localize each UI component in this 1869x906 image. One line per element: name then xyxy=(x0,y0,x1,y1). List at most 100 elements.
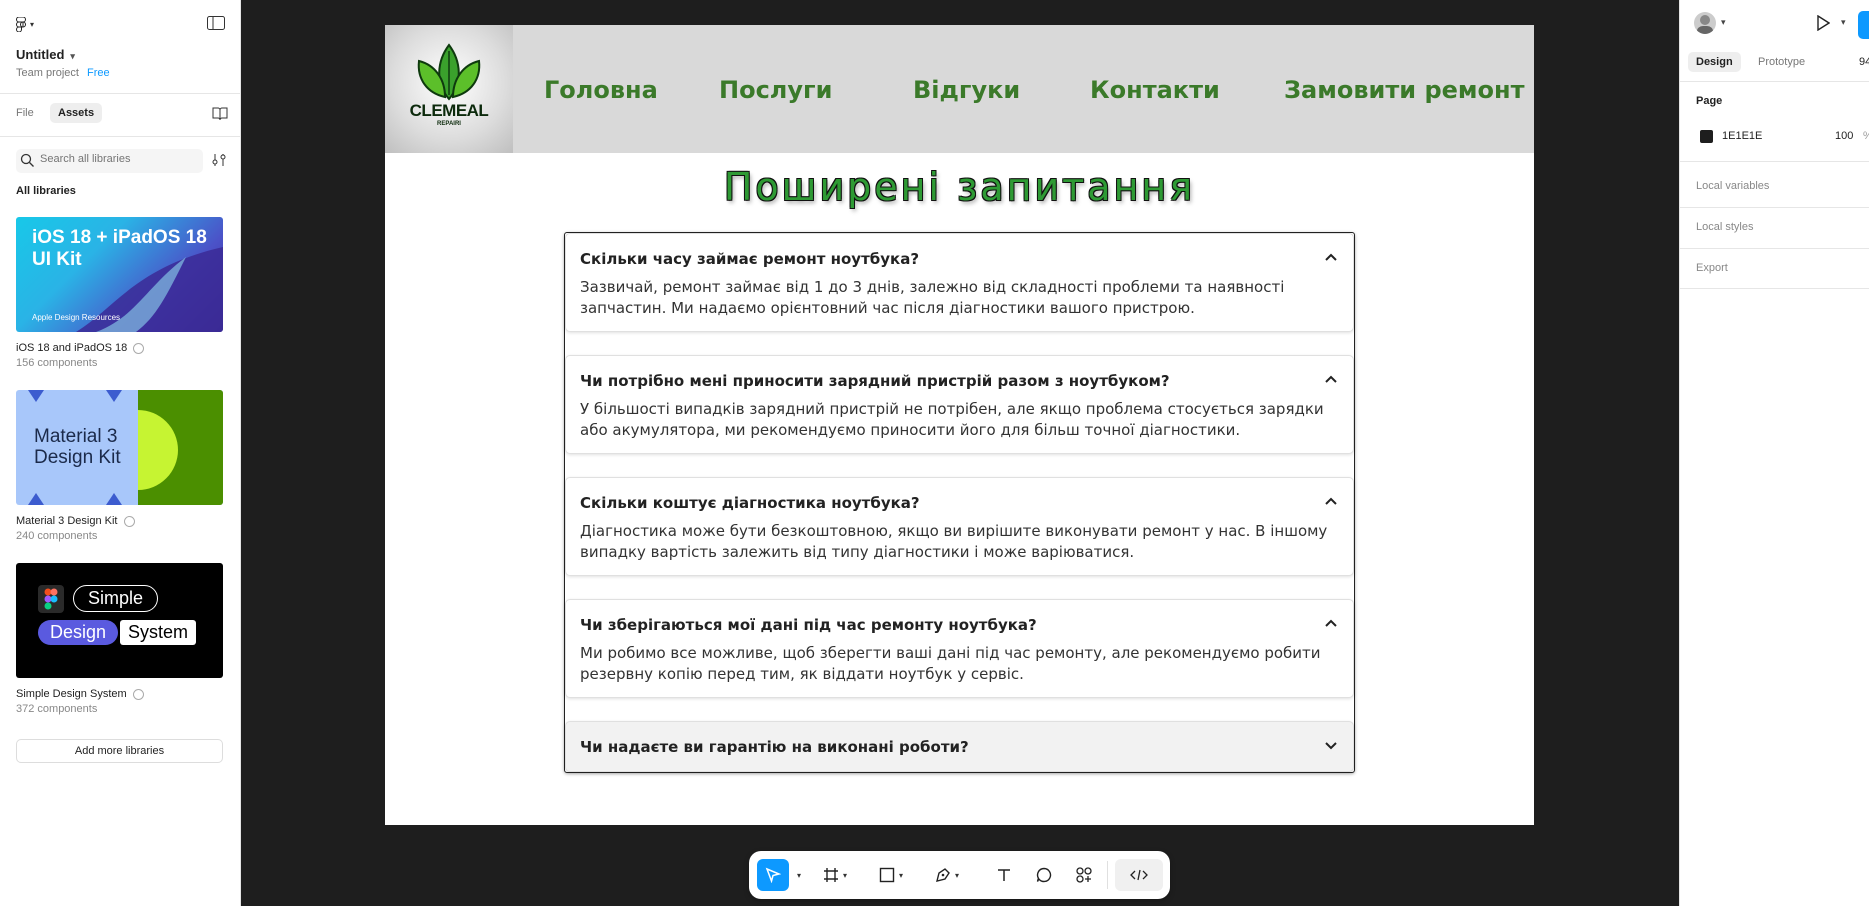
frame-tool-button[interactable]: ▾ xyxy=(815,859,855,891)
chevron-down-icon: ▾ xyxy=(842,870,847,880)
faq-question[interactable]: Чи надаєте ви гарантію на виконані робот… xyxy=(580,738,969,756)
chevron-up-icon[interactable] xyxy=(1323,493,1339,509)
bottom-toolbar: ▾ ▾ ▾ ▾ xyxy=(749,851,1170,899)
export-section[interactable]: Export xyxy=(1696,262,1728,274)
site-logo[interactable]: CLEMEAL REPAIRI xyxy=(385,25,513,153)
tab-design[interactable]: Design xyxy=(1688,52,1741,72)
library-card-material[interactable]: Material 3 Design Kit Material 3 Design … xyxy=(16,390,223,542)
file-name[interactable]: Untitled ▾ xyxy=(16,47,75,62)
chevron-down-icon: ▾ xyxy=(954,870,959,880)
faq-item[interactable]: Чи зберігаються мої дані під час ремонту… xyxy=(565,599,1354,698)
decor-shape xyxy=(106,493,122,505)
nav-link-home[interactable]: Головна xyxy=(544,76,658,104)
library-card-sds[interactable]: Simple Design System Simple Design Syste… xyxy=(16,563,223,715)
right-panel: ▾ ▾ Design Prototype 94 Page 1E1E1E 100 … xyxy=(1679,0,1869,906)
play-icon[interactable] xyxy=(1815,14,1831,32)
page-opacity-input[interactable]: 100 xyxy=(1835,130,1853,142)
code-icon xyxy=(1130,869,1148,881)
library-thumbnail[interactable]: Material 3 Design Kit xyxy=(16,390,223,505)
opacity-unit: % xyxy=(1863,130,1869,142)
faq-item-collapsed[interactable]: Чи надаєте ви гарантію на виконані робот… xyxy=(565,721,1354,772)
faq-item[interactable]: Скільки коштує діагностика ноутбука? Діа… xyxy=(565,477,1354,576)
sidebar-toggle-icon[interactable] xyxy=(206,14,226,32)
library-name: Simple Design System xyxy=(16,688,127,700)
chevron-down-icon[interactable]: ▾ xyxy=(1721,17,1726,28)
pen-icon xyxy=(936,868,950,882)
plan-badge[interactable]: Free xyxy=(87,67,110,79)
divider xyxy=(1107,861,1108,889)
faq-answer: Ми робимо все можливе, щоб зберегти ваші… xyxy=(580,644,1321,683)
pen-tool-button[interactable]: ▾ xyxy=(927,859,967,891)
left-panel: ▾ Untitled ▾ Team project Free File Assets… xyxy=(0,0,241,906)
tab-file[interactable]: File xyxy=(16,107,34,119)
zoom-level[interactable]: 94 xyxy=(1859,56,1869,68)
library-book-icon[interactable] xyxy=(211,106,229,122)
divider xyxy=(1680,207,1869,208)
decor-shape xyxy=(28,390,44,402)
logo-subtext: REPAIRI xyxy=(437,121,461,127)
divider xyxy=(1680,81,1869,82)
avatar[interactable] xyxy=(1694,12,1716,34)
library-card-ios[interactable]: iOS 18 + iPadOS 18 UI Kit Apple Design R… xyxy=(16,217,223,369)
tab-assets[interactable]: Assets xyxy=(50,103,103,123)
design-frame[interactable]: CLEMEAL REPAIRI Головна Послуги Відгуки … xyxy=(385,25,1534,825)
main-menu-button[interactable]: ▾ xyxy=(16,14,34,34)
decor-shape xyxy=(106,390,122,402)
library-thumbnail[interactable]: Simple Design System xyxy=(16,563,223,678)
chevron-down-icon[interactable] xyxy=(1323,737,1339,753)
faq-question[interactable]: Скільки часу займає ремонт ноутбука? xyxy=(580,250,919,268)
chevron-up-icon[interactable] xyxy=(1323,371,1339,387)
section-title: All libraries xyxy=(16,185,76,197)
library-count: 372 components xyxy=(16,703,98,715)
divider xyxy=(1680,161,1869,162)
chevron-down-icon[interactable]: ▾ xyxy=(791,859,803,891)
thumbnail-subtitle: Apple Design Resources xyxy=(32,313,121,322)
faq-item[interactable]: Чи потрібно мені приносити зарядний прис… xyxy=(565,355,1354,454)
globe-icon xyxy=(132,688,144,700)
nav-link-services[interactable]: Послуги xyxy=(719,76,832,104)
move-tool-button[interactable] xyxy=(757,859,789,891)
chevron-up-icon[interactable] xyxy=(1323,249,1339,265)
library-count: 156 components xyxy=(16,357,98,369)
tab-prototype[interactable]: Prototype xyxy=(1758,56,1805,68)
faq-item[interactable]: Скільки часу займає ремонт ноутбука? Заз… xyxy=(565,233,1354,332)
page-color-swatch[interactable] xyxy=(1700,130,1713,143)
components-tool-button[interactable] xyxy=(1069,859,1099,891)
faq-question[interactable]: Чи потрібно мені приносити зарядний прис… xyxy=(580,372,1170,390)
site-navbar: CLEMEAL REPAIRI Головна Послуги Відгуки … xyxy=(385,25,1534,153)
divider xyxy=(1680,248,1869,249)
text-tool-button[interactable] xyxy=(989,859,1019,891)
chevron-up-icon[interactable] xyxy=(1323,615,1339,631)
thumbnail-title: iOS 18 + iPadOS 18 UI Kit xyxy=(32,227,207,270)
cursor-icon xyxy=(765,867,781,883)
figma-logo-icon xyxy=(38,585,64,613)
components-icon xyxy=(1076,867,1092,883)
globe-icon xyxy=(123,515,135,527)
library-thumbnail[interactable]: iOS 18 + iPadOS 18 UI Kit Apple Design R… xyxy=(16,217,223,332)
chevron-down-icon[interactable]: ▾ xyxy=(1841,17,1846,28)
faq-question[interactable]: Скільки коштує діагностика ноутбука? xyxy=(580,494,920,512)
local-styles[interactable]: Local styles xyxy=(1696,221,1753,233)
faq-question[interactable]: Чи зберігаються мої дані під час ремонту… xyxy=(580,616,1037,634)
search-input[interactable] xyxy=(40,153,200,165)
faq-accordion: Скільки часу займає ремонт ноутбука? Заз… xyxy=(564,232,1355,773)
nav-link-reviews[interactable]: Відгуки xyxy=(913,76,1020,104)
nav-link-order-repair[interactable]: Замовити ремонт xyxy=(1284,76,1525,104)
add-libraries-button[interactable]: Add more libraries xyxy=(16,739,223,763)
globe-icon xyxy=(133,342,145,354)
faq-answer: У більшості випадків зарядний пристрій н… xyxy=(580,400,1324,439)
comment-tool-button[interactable] xyxy=(1029,859,1059,891)
shape-tool-button[interactable]: ▾ xyxy=(871,859,911,891)
filter-icon[interactable] xyxy=(211,152,227,168)
faq-answer: Діагностика може бути безкоштовною, якщо… xyxy=(580,522,1328,561)
nav-link-contacts[interactable]: Контакти xyxy=(1090,76,1220,104)
local-variables[interactable]: Local variables xyxy=(1696,180,1769,192)
share-button[interactable] xyxy=(1858,11,1869,39)
page-color-input[interactable]: 1E1E1E xyxy=(1722,130,1762,142)
frame-icon xyxy=(823,868,838,882)
divider xyxy=(0,136,241,137)
chevron-down-icon: ▾ xyxy=(898,870,903,880)
chevron-down-icon: ▾ xyxy=(70,51,75,61)
dev-mode-toggle[interactable] xyxy=(1115,859,1163,891)
thumbnail-word: Simple xyxy=(73,585,159,612)
